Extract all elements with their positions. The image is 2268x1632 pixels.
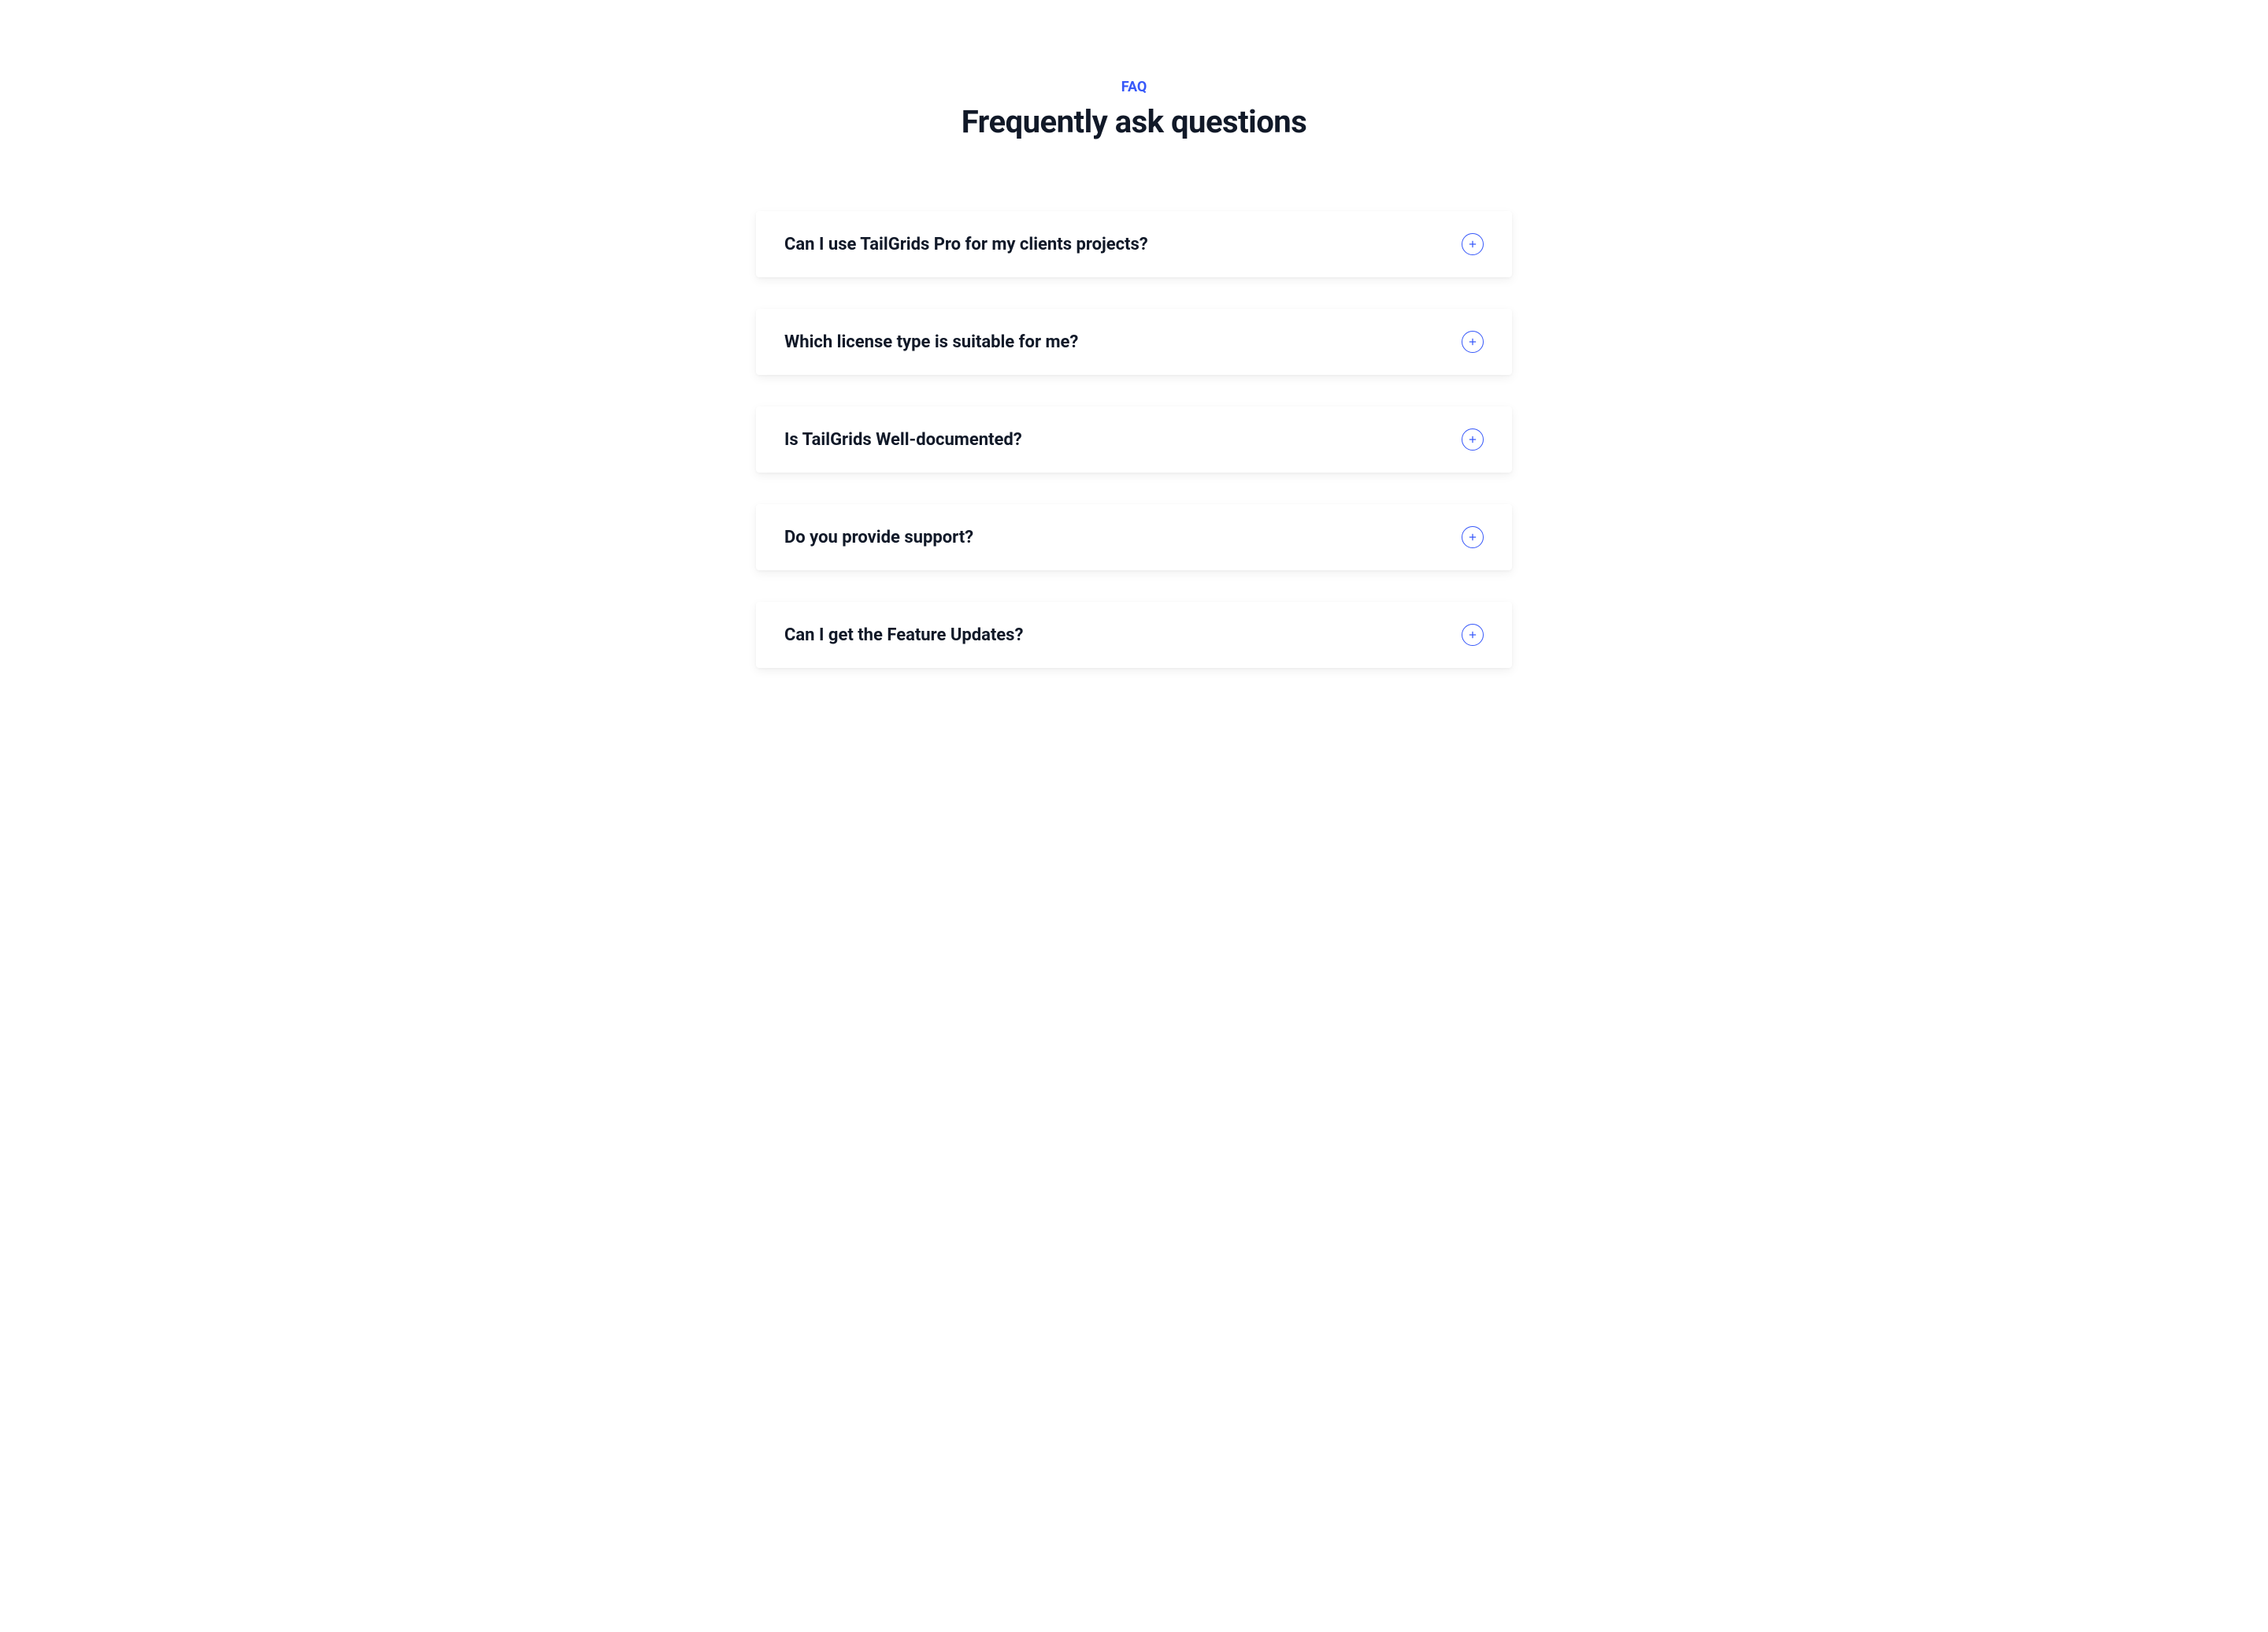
plus-icon — [1462, 331, 1484, 353]
plus-icon — [1462, 428, 1484, 451]
faq-item[interactable]: Is TailGrids Well-documented? — [756, 406, 1512, 473]
faq-question: Which license type is suitable for me? — [784, 332, 1078, 352]
faq-container: FAQ Frequently ask questions Can I use T… — [756, 79, 1512, 668]
faq-item[interactable]: Can I use TailGrids Pro for my clients p… — [756, 211, 1512, 277]
eyebrow-label: FAQ — [756, 79, 1512, 95]
faq-item[interactable]: Can I get the Feature Updates? — [756, 602, 1512, 668]
faq-item[interactable]: Which license type is suitable for me? — [756, 309, 1512, 375]
faq-question: Can I get the Feature Updates? — [784, 625, 1023, 645]
faq-item[interactable]: Do you provide support? — [756, 504, 1512, 570]
faq-question: Can I use TailGrids Pro for my clients p… — [784, 235, 1148, 254]
plus-icon — [1462, 526, 1484, 548]
faq-question: Do you provide support? — [784, 528, 973, 547]
faq-list: Can I use TailGrids Pro for my clients p… — [756, 211, 1512, 668]
plus-icon — [1462, 233, 1484, 255]
faq-question: Is TailGrids Well-documented? — [784, 430, 1022, 450]
plus-icon — [1462, 624, 1484, 646]
page-title: Frequently ask questions — [756, 103, 1512, 140]
faq-header: FAQ Frequently ask questions — [756, 79, 1512, 140]
